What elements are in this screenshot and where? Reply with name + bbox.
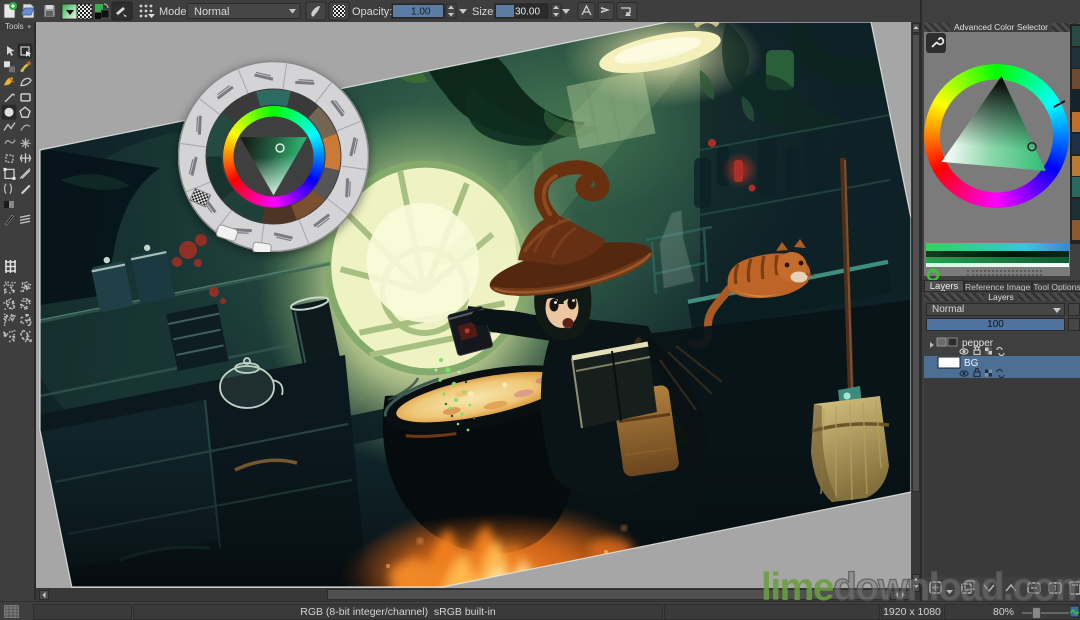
svg-text:1.00: 1.00 xyxy=(411,7,431,18)
svg-text:BG: BG xyxy=(964,358,979,369)
svg-text:Opacity:: Opacity: xyxy=(352,6,392,18)
svg-text:Normal: Normal xyxy=(194,6,229,18)
svg-text:Size:: Size: xyxy=(472,6,496,18)
svg-text:30.00: 30.00 xyxy=(515,7,540,18)
svg-text:Mode:: Mode: xyxy=(159,6,190,18)
